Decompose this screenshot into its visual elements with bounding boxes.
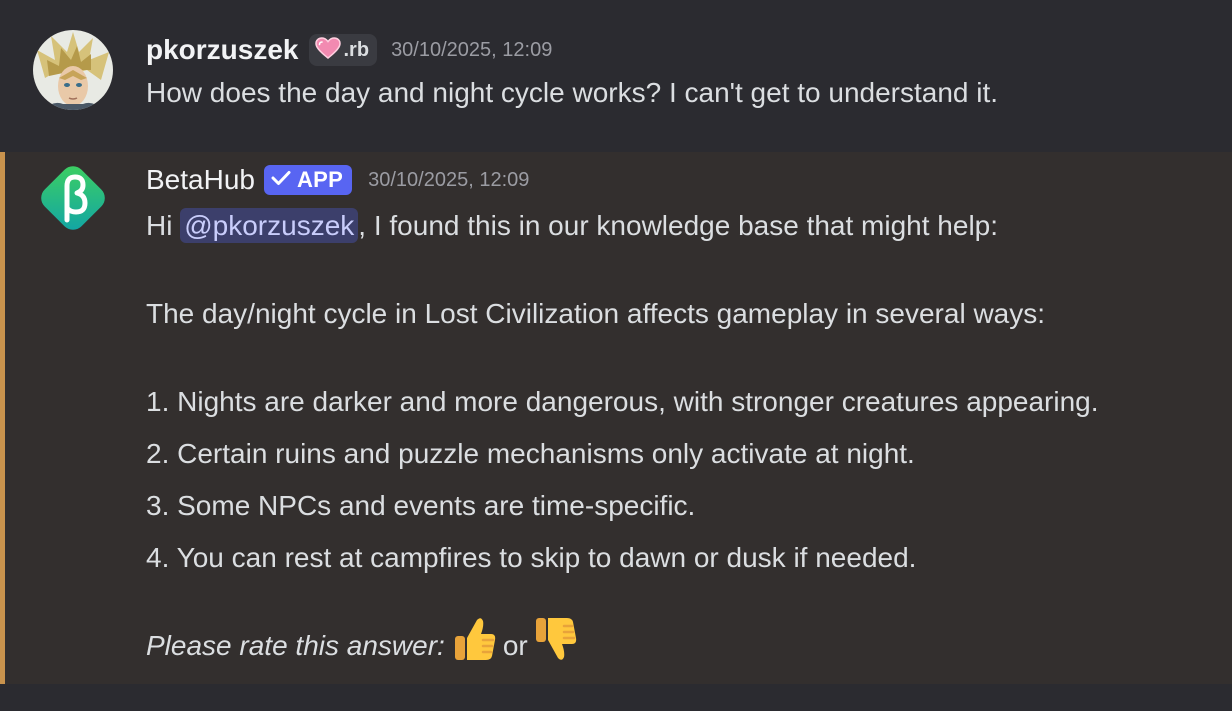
- greeting-line: Hi @pkorzuszek, I found this in our know…: [146, 200, 1099, 252]
- user-mention[interactable]: @pkorzuszek: [180, 208, 359, 243]
- list-item: 1. Nights are darker and more dangerous,…: [146, 386, 1099, 417]
- pink-heart-icon: [314, 36, 341, 64]
- list-item: 3. Some NPCs and events are time-specifi…: [146, 490, 696, 521]
- thumbs-down-icon[interactable]: [534, 616, 578, 669]
- message-user: pkorzuszek .rb 30/10/2025, 12:09 How doe…: [0, 0, 1232, 140]
- greeting-suffix: , I found this in our knowledge base tha…: [358, 210, 999, 241]
- rate-line: Please rate this answer: or: [146, 617, 1099, 672]
- message-bot: BetaHub APP 30/10/2025, 12:09 Hi @pkorzu…: [0, 152, 1232, 684]
- username[interactable]: BetaHub: [146, 164, 255, 196]
- guild-tag[interactable]: .rb: [308, 34, 378, 66]
- bot-avatar[interactable]: [33, 158, 113, 238]
- app-badge: APP: [263, 165, 353, 195]
- highlight-accent-bar: [0, 152, 5, 684]
- checkmark-icon: [271, 170, 291, 191]
- message-content: How does the day and night cycle works? …: [146, 77, 999, 108]
- list-item: 2. Certain ruins and puzzle mechanisms o…: [146, 438, 915, 469]
- user-avatar[interactable]: [33, 30, 113, 110]
- username[interactable]: pkorzuszek: [146, 34, 299, 66]
- app-badge-label: APP: [296, 167, 344, 192]
- message-content: Hi @pkorzuszek, I found this in our know…: [146, 200, 1099, 672]
- timestamp[interactable]: 30/10/2025, 12:09: [391, 39, 552, 62]
- timestamp[interactable]: 30/10/2025, 12:09: [368, 169, 529, 192]
- greeting-prefix: Hi: [146, 210, 181, 241]
- message-header: pkorzuszek .rb 30/10/2025, 12:09: [146, 30, 552, 70]
- rate-prompt: Please rate this answer:: [146, 630, 445, 661]
- betahub-logo-icon: [41, 166, 105, 230]
- intro-line: The day/night cycle in Lost Civilization…: [146, 298, 1046, 329]
- thumbs-up-icon[interactable]: [453, 616, 497, 669]
- list-item: 4. You can rest at campfires to skip to …: [146, 542, 917, 573]
- chat-messages: pkorzuszek .rb 30/10/2025, 12:09 How doe…: [0, 0, 1232, 711]
- rate-or: or: [502, 630, 528, 661]
- message-header: BetaHub APP 30/10/2025, 12:09: [146, 160, 529, 200]
- guild-tag-label: .rb: [343, 38, 370, 61]
